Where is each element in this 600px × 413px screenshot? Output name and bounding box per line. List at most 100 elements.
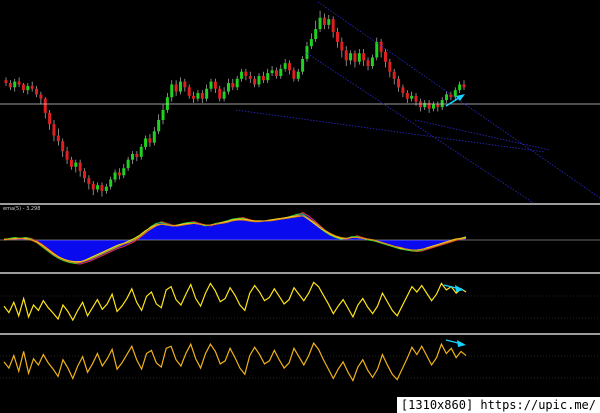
support-parallel-line	[414, 119, 551, 151]
candle-body	[445, 94, 449, 101]
candle-body	[375, 41, 379, 58]
candle-body	[231, 83, 235, 88]
indicator-label: ema(5) - 3.298	[3, 206, 41, 212]
candle-body	[17, 81, 21, 85]
candle-body	[318, 17, 322, 30]
candle-body	[349, 53, 353, 61]
candle-body	[30, 85, 34, 89]
candle-body	[13, 81, 17, 88]
candle-body	[423, 102, 427, 108]
candle-body	[279, 68, 283, 76]
candle-body	[8, 83, 12, 88]
candle-body	[362, 53, 366, 61]
candle-body	[388, 61, 392, 72]
chart-window: ema(5) - 3.298 [1310x860] https://upic.m…	[0, 0, 600, 413]
chart-canvas	[0, 1, 600, 382]
candle-body	[370, 57, 374, 67]
candle-body	[458, 84, 462, 91]
candle-body	[35, 88, 39, 95]
candle-body	[344, 50, 348, 61]
candle-body	[152, 131, 156, 143]
candle-body	[52, 124, 56, 136]
candle-body	[170, 84, 174, 98]
candle-body	[4, 80, 8, 84]
candle-body	[161, 110, 165, 120]
candle-body	[331, 19, 335, 32]
support-line	[235, 109, 546, 153]
upper-channel-line	[317, 1, 600, 199]
candle-body	[43, 98, 47, 113]
candle-body	[283, 63, 287, 69]
candle-body	[248, 75, 252, 79]
candle-body	[397, 78, 401, 88]
candle-body	[192, 95, 196, 99]
candle-body	[414, 95, 418, 102]
lower-channel-line	[304, 51, 536, 205]
candle-body	[148, 138, 152, 143]
candle-body	[48, 112, 52, 125]
candle-body	[314, 29, 318, 40]
candle-body	[61, 141, 65, 152]
candle-body	[261, 75, 265, 81]
candle-body	[270, 70, 274, 74]
candle-body	[135, 154, 139, 157]
arrow-head	[457, 340, 466, 347]
candle-body	[139, 146, 143, 157]
candle-body	[366, 60, 370, 67]
candle-body	[383, 51, 387, 62]
candle-body	[174, 84, 178, 92]
arrow-head	[455, 285, 464, 292]
candle-body	[226, 83, 230, 92]
candle-body	[26, 85, 30, 91]
candle-body	[39, 94, 43, 99]
candle-body	[187, 87, 191, 96]
candle-body	[240, 71, 244, 79]
candle-body	[21, 84, 25, 91]
candle-body	[222, 91, 226, 99]
candle-body	[104, 186, 108, 191]
candle-body	[431, 104, 435, 109]
candle-body	[126, 159, 130, 169]
candle-body	[213, 81, 217, 89]
candle-body	[436, 104, 440, 108]
candle-body	[65, 151, 69, 160]
candle-body	[117, 172, 121, 176]
candle-body	[392, 71, 396, 79]
candle-body	[130, 154, 134, 160]
candle-body	[340, 41, 344, 51]
candle-body	[462, 84, 466, 88]
candle-body	[309, 39, 313, 47]
candle-body	[288, 63, 292, 71]
candle-body	[353, 53, 357, 62]
oscillator-line	[3, 341, 467, 382]
candle-body	[253, 78, 257, 85]
candle-body	[301, 58, 305, 72]
candle-body	[157, 119, 161, 132]
candle-body	[122, 168, 126, 176]
arrow-head	[456, 94, 465, 101]
candle-body	[74, 162, 78, 167]
candle-body	[69, 159, 73, 167]
candle-body	[200, 92, 204, 99]
candle-body	[322, 17, 326, 25]
candle-body	[209, 81, 213, 89]
oscillator-line	[3, 281, 467, 322]
candle-body	[410, 95, 414, 99]
candle-body	[83, 171, 87, 179]
candle-body	[205, 88, 209, 99]
candle-body	[244, 71, 248, 76]
candle-body	[257, 75, 261, 85]
candle-body	[274, 70, 278, 76]
candle-body	[401, 87, 405, 93]
candle-body	[266, 73, 270, 81]
candle-body	[96, 185, 100, 190]
candle-body	[78, 162, 82, 172]
candle-body	[405, 92, 409, 99]
candle-body	[178, 81, 182, 92]
candle-body	[91, 183, 95, 190]
candle-body	[235, 78, 239, 88]
watermark: [1310x860] https://upic.me/	[396, 397, 600, 413]
candle-body	[113, 172, 117, 180]
candle-body	[336, 31, 340, 42]
candle-body	[87, 178, 91, 184]
